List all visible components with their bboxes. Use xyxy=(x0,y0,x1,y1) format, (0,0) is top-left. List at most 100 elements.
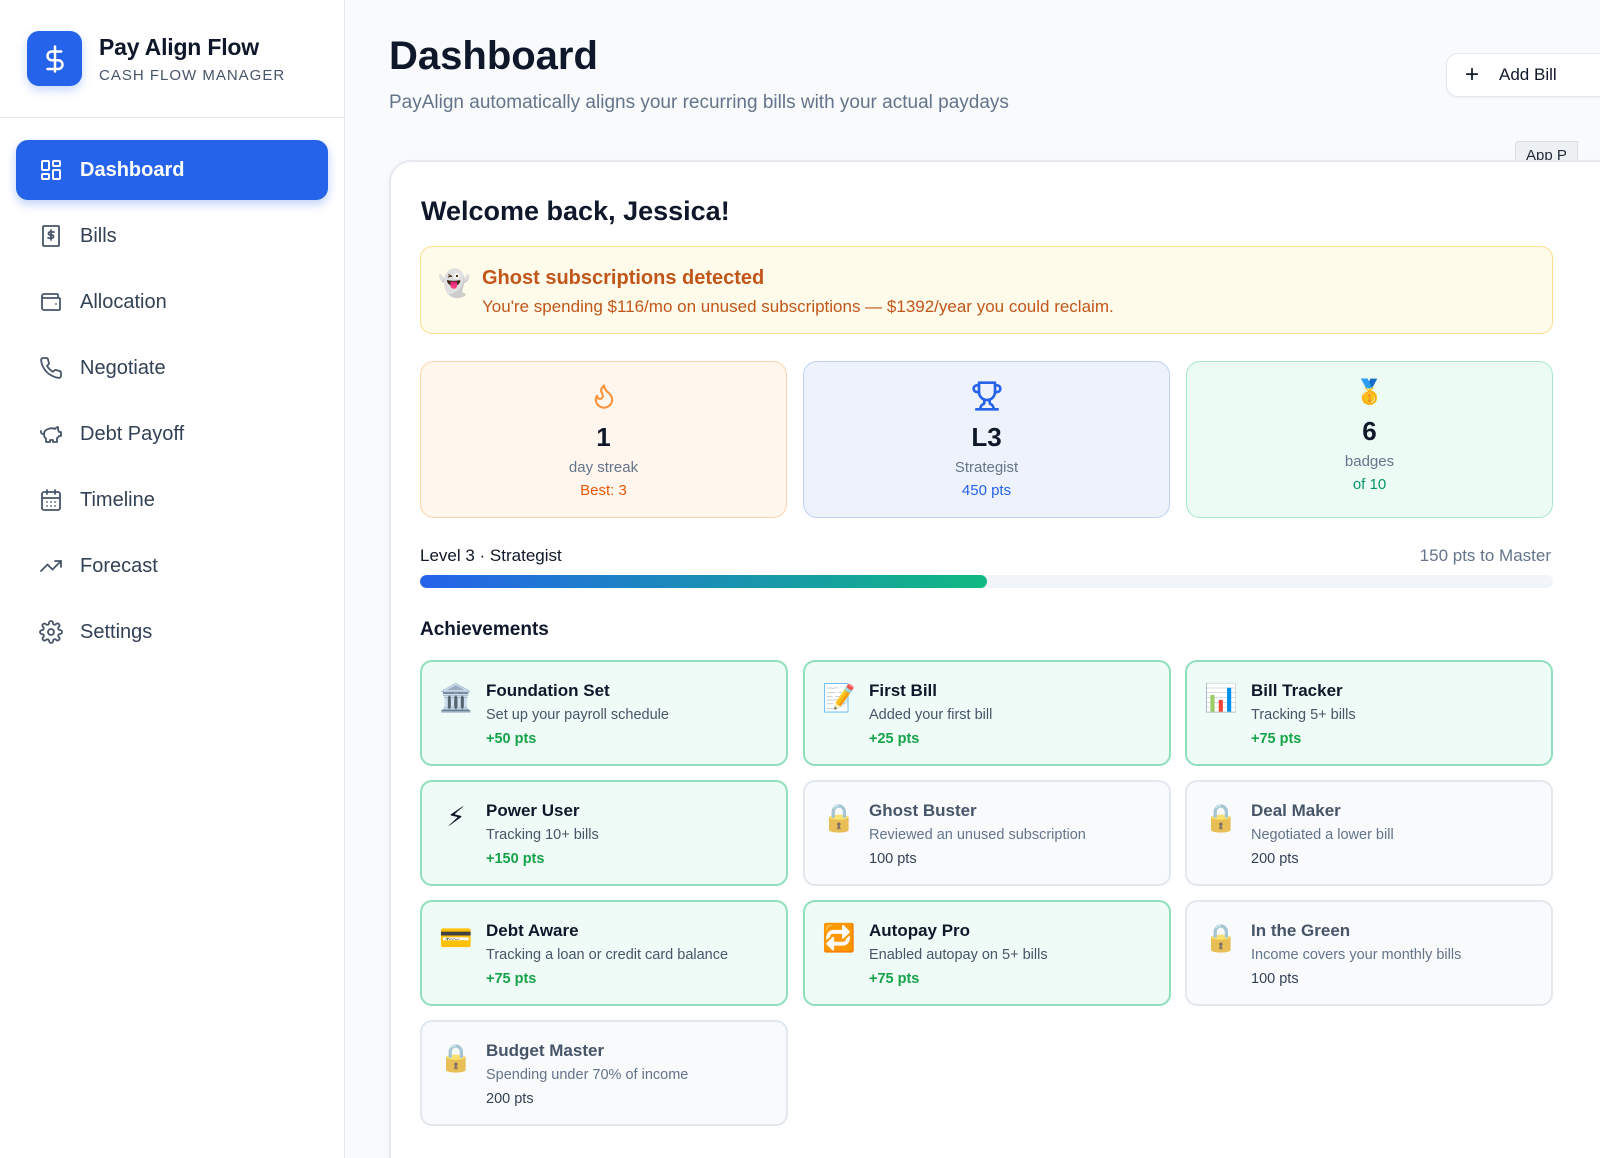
alert-title: Ghost subscriptions detected xyxy=(482,267,765,289)
achievement-description: Set up your payroll schedule xyxy=(486,707,669,723)
receipt-dollar-icon xyxy=(38,223,64,249)
sidebar-item-label: Negotiate xyxy=(80,356,166,379)
achievement-card[interactable]: ⚡ Power User Tracking 10+ bills +150 pts xyxy=(420,780,788,886)
achievement-points: 200 pts xyxy=(1251,851,1299,867)
sidebar-item-label: Settings xyxy=(80,620,153,643)
achievement-icon: 💳 xyxy=(439,923,473,953)
calendar-icon xyxy=(38,487,64,513)
sidebar-item-forecast[interactable]: Forecast xyxy=(16,536,328,596)
trophy-icon xyxy=(804,378,1169,414)
piggy-bank-icon xyxy=(38,421,64,447)
achievement-card[interactable]: 🔒 In the Green Income covers your monthly … xyxy=(1185,900,1553,1006)
medal-icon: 🥇 xyxy=(1354,378,1385,406)
streak-stat-card: 1 day streak Best: 3 xyxy=(420,361,787,518)
achievement-card[interactable]: 🔁 Autopay Pro Enabled autopay on 5+ bills +… xyxy=(803,900,1171,1006)
welcome-heading: Welcome back, Jessica! xyxy=(421,196,730,226)
badges-label: badges xyxy=(1344,453,1395,470)
achievement-card[interactable]: 📝 First Bill Added your first bill +25 pts xyxy=(803,660,1171,766)
achievement-card[interactable]: 🔒 Deal Maker Negotiated a lower bill 200 pt… xyxy=(1185,780,1553,886)
sidebar-item-settings[interactable]: Settings xyxy=(16,602,328,662)
achievement-description: Income covers your monthly bills xyxy=(1251,947,1462,963)
lock-icon: 🔒 xyxy=(822,803,856,833)
achievement-points: +50 pts xyxy=(486,731,537,747)
flame-icon xyxy=(421,378,786,414)
achievement-description: Spending under 70% of income xyxy=(486,1067,689,1083)
main-content: Dashboard PayAlign automatically aligns … xyxy=(345,0,1600,1158)
achievement-points: 100 pts xyxy=(1251,971,1299,987)
achievement-card[interactable]: 🔒 Budget Master Spending under 70% of inco… xyxy=(420,1020,788,1126)
level-value: L3 xyxy=(971,422,1002,452)
badges-stat-card: 🥇 6 badges of 10 xyxy=(1186,361,1553,518)
add-bill-label: Add Bill xyxy=(1499,65,1557,84)
achievement-name: Budget Master xyxy=(486,1041,605,1060)
achievement-points: 200 pts xyxy=(486,1091,534,1107)
achievement-points: +150 pts xyxy=(486,851,545,867)
achievement-points: +75 pts xyxy=(486,971,537,987)
sidebar-item-bills[interactable]: Bills xyxy=(16,206,328,266)
page-title: Dashboard xyxy=(389,34,598,78)
lock-icon: 🔒 xyxy=(1204,803,1238,833)
achievement-name: First Bill xyxy=(869,681,938,700)
sidebar-item-label: Allocation xyxy=(80,290,167,313)
achievement-points: +75 pts xyxy=(1251,731,1302,747)
achievement-card[interactable]: 🔒 Ghost Buster Reviewed an unused subscrip… xyxy=(803,780,1171,886)
brand: Pay Align Flow CASH FLOW MANAGER xyxy=(0,0,344,118)
achievement-name: Power User xyxy=(486,801,580,820)
achievement-name: Autopay Pro xyxy=(869,921,971,940)
dashboard-card: Welcome back, Jessica! 👻 Ghost subscript… xyxy=(389,160,1600,1158)
sidebar-item-timeline[interactable]: Timeline xyxy=(16,470,328,530)
achievement-name: Foundation Set xyxy=(486,681,610,700)
badges-value: 6 xyxy=(1362,416,1377,446)
achievement-description: Reviewed an unused subscription xyxy=(869,827,1086,843)
achievement-description: Enabled autopay on 5+ bills xyxy=(869,947,1048,963)
streak-best: Best: 3 xyxy=(580,482,627,499)
sidebar-item-label: Timeline xyxy=(80,488,155,511)
achievement-description: Negotiated a lower bill xyxy=(1251,827,1394,843)
achievement-description: Tracking 10+ bills xyxy=(486,827,599,843)
achievement-description: Tracking 5+ bills xyxy=(1251,707,1356,723)
gear-icon xyxy=(38,619,64,645)
plus-icon: + xyxy=(1465,61,1480,88)
add-bill-button[interactable]: + Add Bill xyxy=(1446,53,1600,97)
achievement-card[interactable]: 💳 Debt Aware Tracking a loan or credit car… xyxy=(420,900,788,1006)
achievement-icon: 📊 xyxy=(1204,683,1238,713)
achievement-description: Added your first bill xyxy=(869,707,993,723)
sidebar-nav: Dashboard Bills Allocation Negotiate Deb… xyxy=(0,118,344,690)
ghost-icon: 👻 xyxy=(438,268,471,298)
sidebar-item-label: Debt Payoff xyxy=(80,422,185,445)
achievement-name: Bill Tracker xyxy=(1251,681,1343,700)
level-progress-bar xyxy=(420,575,1553,588)
level-progress-fill xyxy=(420,575,987,588)
level-progress-remaining: 150 pts to Master xyxy=(1419,546,1551,565)
achievement-name: Deal Maker xyxy=(1251,801,1341,820)
trending-up-icon xyxy=(38,553,64,579)
page-subtitle: PayAlign automatically aligns your recur… xyxy=(389,92,1009,113)
achievement-points: +75 pts xyxy=(869,971,920,987)
achievement-name: Debt Aware xyxy=(486,921,579,940)
alert-text: You're spending $116/mo on unused subscr… xyxy=(482,297,1114,316)
level-points: 450 pts xyxy=(961,482,1012,499)
level-label: Strategist xyxy=(954,459,1019,476)
level-stat-card: L3 Strategist 450 pts xyxy=(803,361,1170,518)
level-progress-label: Level 3 · Strategist xyxy=(420,546,562,565)
wallet-icon xyxy=(38,289,64,315)
sidebar-item-allocation[interactable]: Allocation xyxy=(16,272,328,332)
achievements-heading: Achievements xyxy=(420,619,549,640)
sidebar-item-negotiate[interactable]: Negotiate xyxy=(16,338,328,398)
sidebar-item-label: Bills xyxy=(80,224,117,247)
badges-total: of 10 xyxy=(1352,476,1387,493)
dollar-icon[interactable] xyxy=(27,31,82,86)
sidebar-item-label: Forecast xyxy=(80,554,158,577)
dashboard-icon xyxy=(38,157,64,183)
sidebar: Pay Align Flow CASH FLOW MANAGER Dashboa… xyxy=(0,0,345,1158)
achievement-name: Ghost Buster xyxy=(869,801,977,820)
achievement-description: Tracking a loan or credit card balance xyxy=(486,947,729,963)
achievement-icon: 📝 xyxy=(822,683,856,713)
achievement-card[interactable]: 🏛️ Foundation Set Set up your payroll sche… xyxy=(420,660,788,766)
streak-label: day streak xyxy=(568,459,639,476)
achievement-card[interactable]: 📊 Bill Tracker Tracking 5+ bills +75 pts xyxy=(1185,660,1553,766)
ghost-subscriptions-alert[interactable]: 👻 Ghost subscriptions detected You're sp… xyxy=(420,246,1553,334)
app-name: Pay Align Flow xyxy=(99,33,259,60)
sidebar-item-dashboard[interactable]: Dashboard xyxy=(16,140,328,200)
sidebar-item-debt-payoff[interactable]: Debt Payoff xyxy=(16,404,328,464)
